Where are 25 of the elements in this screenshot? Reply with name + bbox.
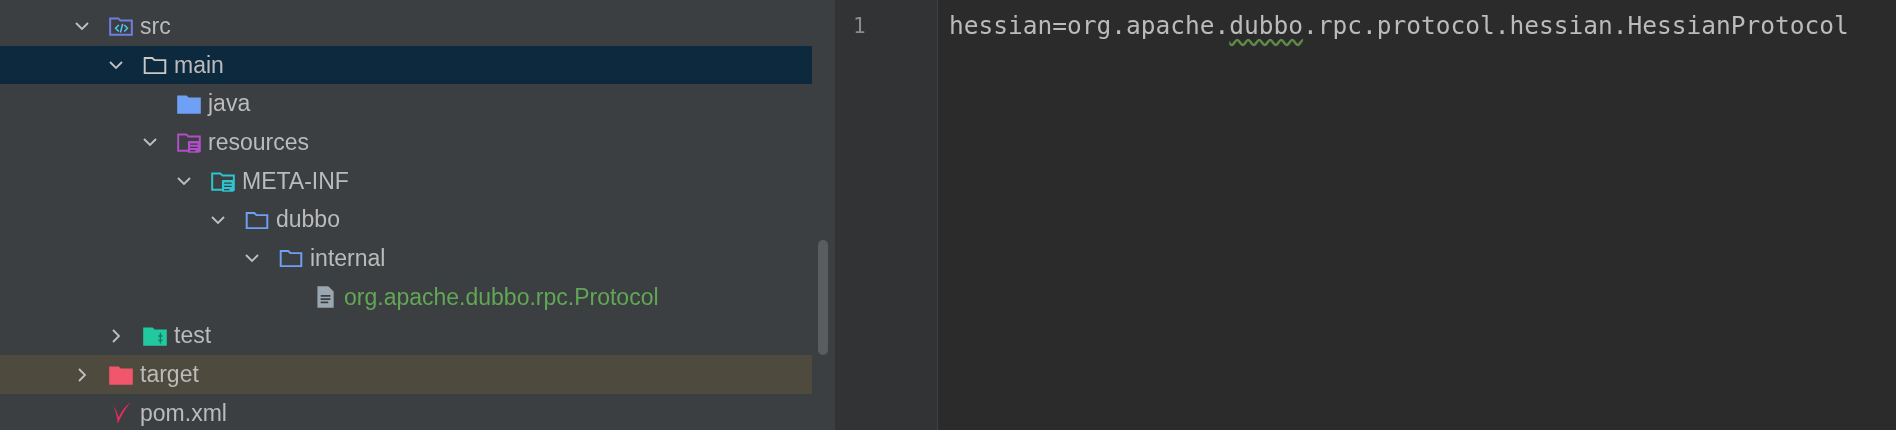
- tree-item-label: internal: [310, 244, 386, 272]
- tree-item-label: dubbo: [276, 206, 340, 234]
- code-line: hessian=org.apache.dubbo.rpc.protocol.hessian.HessianProtocol: [949, 10, 1849, 42]
- tree-item-label: test: [174, 322, 212, 350]
- tree-item-label: pom.xml: [140, 399, 227, 427]
- tree-item[interactable]: pom.xml: [0, 393, 812, 430]
- tree-item[interactable]: java: [0, 84, 812, 124]
- tree-item[interactable]: resources: [0, 123, 812, 162]
- scrollbar-thumb[interactable]: [818, 240, 828, 355]
- line-number: 1: [852, 13, 867, 40]
- tree-item-label: target: [140, 361, 199, 389]
- tree-item[interactable]: test: [0, 316, 812, 356]
- tree-item-label: main: [174, 51, 224, 79]
- tree-item-label: META-INF: [242, 167, 349, 195]
- tree-item[interactable]: org.apache.dubbo.rpc.Protocol: [0, 277, 812, 317]
- tree-item[interactable]: META-INF: [0, 161, 812, 201]
- tree-item-label: org.apache.dubbo.rpc.Protocol: [344, 283, 659, 311]
- tree-item-label: java: [208, 90, 251, 118]
- tree-item[interactable]: dubbo: [0, 200, 812, 240]
- tree-item[interactable]: target: [0, 355, 812, 394]
- tree-item[interactable]: internal: [0, 239, 812, 278]
- tree-item-label: src: [140, 12, 171, 40]
- tree-item[interactable]: src: [0, 7, 812, 46]
- tree-item-label: resources: [208, 128, 309, 156]
- tree-item[interactable]: main: [0, 45, 812, 85]
